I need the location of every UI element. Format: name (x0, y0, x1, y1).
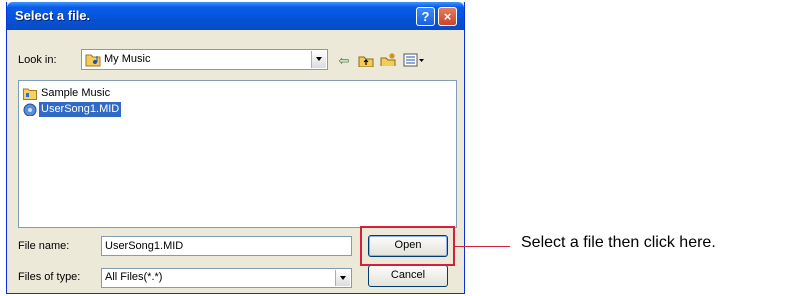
look-in-value: My Music (104, 53, 151, 65)
look-in-label: Look in: (18, 54, 57, 66)
file-name-label: File name: (18, 240, 70, 252)
files-of-type-value: All Files(*.*) (105, 271, 163, 283)
views-menu-icon[interactable] (403, 53, 425, 67)
look-in-dropdown-arrow[interactable] (311, 51, 326, 68)
cancel-button[interactable]: Cancel (368, 265, 448, 287)
help-button[interactable]: ? (416, 7, 435, 26)
files-of-type-label: Files of type: (18, 271, 81, 283)
file-item-label: UserSong1.MID (39, 102, 122, 117)
files-of-type-dropdown-arrow[interactable] (335, 270, 350, 286)
new-folder-icon[interactable] (380, 52, 397, 66)
close-button[interactable]: × (438, 7, 457, 26)
file-list[interactable]: Sample Music UserSong1.MID (18, 80, 457, 228)
open-button-highlight (360, 226, 455, 266)
annotation-text: Select a file then click here. (521, 234, 716, 251)
callout-line (455, 246, 510, 247)
up-folder-icon[interactable] (358, 53, 374, 67)
midi-file-icon (23, 103, 37, 116)
file-item-label: Sample Music (41, 87, 111, 99)
back-arrow-icon[interactable]: ⇦ (336, 54, 352, 68)
files-of-type-dropdown[interactable]: All Files(*.*) (101, 268, 352, 288)
music-folder-icon (85, 54, 101, 67)
look-in-dropdown[interactable]: My Music (81, 49, 328, 70)
file-name-input[interactable]: UserSong1.MID (101, 236, 352, 256)
dialog-title: Select a file. (15, 8, 91, 23)
folder-icon (23, 88, 37, 100)
title-bar[interactable]: Select a file. ? × (7, 2, 464, 30)
